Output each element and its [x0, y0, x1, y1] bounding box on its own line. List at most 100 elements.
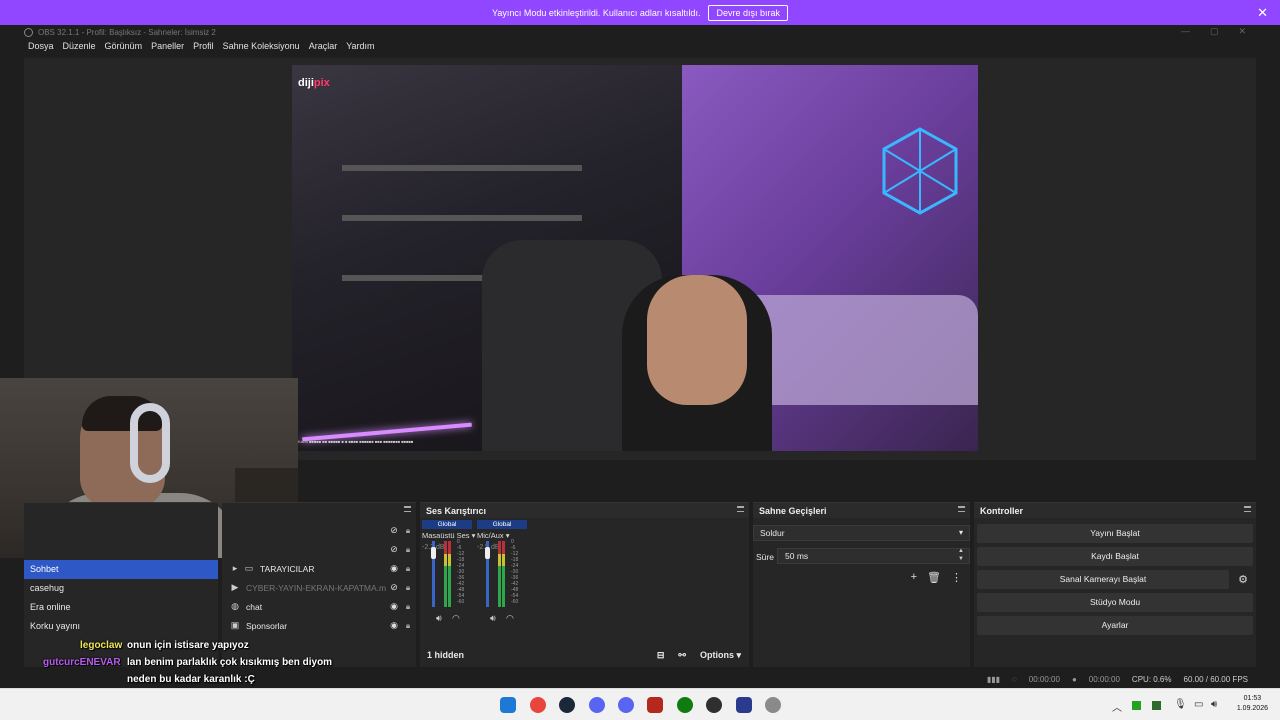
volume-icon[interactable]: 🔊︎ — [1211, 699, 1217, 710]
menu-tools[interactable]: Araçlar — [309, 41, 338, 56]
maximize-icon[interactable]: ▢ — [1210, 26, 1219, 37]
riot-icon[interactable] — [647, 697, 663, 713]
expand-arrow-icon[interactable]: ▸ — [228, 563, 242, 574]
channel-name[interactable]: Mic/Aux ▾ — [477, 531, 527, 540]
windows-taskbar: ︿ 🎙︎ ▭ 🔊︎ 01:53 1.09.2026 — [0, 688, 1280, 720]
source-row[interactable]: ▶ CYBER-YAYIN-EKRAN-KAPATMA.m ⊘ 🔒︎ — [222, 578, 416, 597]
fps-readout: 60.00 / 60.00 FPS — [1183, 674, 1249, 684]
gear-icon[interactable]: ⚙ — [1233, 571, 1253, 590]
menu-profile[interactable]: Profil — [193, 41, 214, 56]
source-row-hidden[interactable]: ⊘ 🔒︎ — [222, 540, 416, 559]
source-row-hidden[interactable]: ⊘ 🔒︎ — [222, 521, 416, 540]
menu-scene-collection[interactable]: Sahne Koleksiyonu — [223, 41, 300, 56]
scene-item[interactable]: Sohbet — [24, 560, 218, 579]
undock-icon[interactable] — [1244, 506, 1251, 512]
trash-icon[interactable]: 🗑︎ — [927, 571, 941, 584]
window-titlebar: OBS 32.1.1 - Profil: Başlıksız - Sahnele… — [24, 25, 1256, 40]
settings-button[interactable]: Ayarlar — [977, 616, 1253, 635]
options-button[interactable]: Options ▾ — [700, 650, 741, 661]
undock-icon[interactable] — [404, 506, 411, 512]
eye-icon[interactable]: ◉ — [388, 601, 400, 612]
menu-help[interactable]: Yardım — [346, 41, 374, 56]
spinner-arrows-icon[interactable]: ▲ ▼ — [958, 547, 964, 563]
lock-icon[interactable]: 🔒︎ — [400, 564, 416, 574]
lock-icon[interactable]: 🔒︎ — [400, 621, 416, 631]
browser-icon: ◍ — [231, 601, 239, 611]
obs-icon[interactable] — [706, 697, 722, 713]
tray-app-icon[interactable] — [1152, 701, 1161, 710]
channel-db: -2.2 dB — [422, 544, 445, 551]
preview-canvas[interactable]: dijipix Kazılı ■■■■■ ■■ ■■■■■ ■ ■ ■■■■ ■… — [292, 65, 978, 451]
menu-docks[interactable]: Paneller — [151, 41, 184, 56]
menu-edit[interactable]: Düzenle — [63, 41, 96, 56]
eye-off-icon[interactable]: ⊘ — [388, 544, 400, 555]
lock-icon[interactable]: 🔒︎ — [400, 583, 416, 593]
speaker-icon[interactable]: 🔊︎ — [436, 613, 442, 624]
close-icon[interactable]: ✕ — [1257, 5, 1268, 21]
undock-icon[interactable] — [737, 506, 744, 512]
brand-logo: dijipix — [298, 77, 330, 89]
level-meter — [498, 541, 501, 607]
hidden-count[interactable]: 1 hidden — [427, 650, 464, 660]
meter-ticks: 0 -6 -12 -18 -24 -30 -36 -42 -48 -54 -60 — [457, 539, 465, 605]
scene-item[interactable]: casehug — [24, 579, 218, 598]
lock-icon[interactable]: 🔒︎ — [400, 526, 416, 536]
transition-select[interactable]: Soldur ▾ — [753, 525, 970, 541]
undock-icon[interactable] — [958, 506, 965, 512]
link-icon[interactable]: ⚯ — [678, 650, 686, 661]
studio-mode-button[interactable]: Stüdyo Modu — [977, 593, 1253, 612]
scene-transitions-dock: Sahne Geçişleri Soldur ▾ Süre 50 ms ▲ ▼ + 🗑… — [753, 502, 970, 667]
mixer-header: Ses Karıştırıcı — [420, 503, 749, 518]
level-meter — [448, 541, 451, 607]
duration-label: Süre — [756, 552, 774, 562]
headphone-monitor-icon[interactable]: ◠ — [506, 613, 514, 624]
channel-name[interactable]: Masaüstü Ses ▾ — [422, 531, 475, 540]
mixer-channel-desktop: Global Masaüstü Ses ▾ -2.2 dB — [422, 520, 475, 551]
add-icon[interactable]: + — [911, 571, 917, 584]
duration-input[interactable]: 50 ms ▲ ▼ — [777, 548, 970, 564]
start-streaming-button[interactable]: Yayını Başlat — [977, 524, 1253, 543]
tray-chevron-icon[interactable]: ︿ — [1112, 699, 1122, 714]
start-icon[interactable] — [500, 697, 516, 713]
discord-icon[interactable] — [618, 697, 634, 713]
speaker-icon[interactable]: 🔊︎ — [490, 613, 496, 624]
app-icon[interactable] — [736, 697, 752, 713]
eye-icon[interactable]: ◉ — [388, 620, 400, 631]
eye-icon[interactable]: ◉ — [388, 563, 400, 574]
menu-file[interactable]: Dosya — [28, 41, 54, 56]
chevron-down-icon: ▾ — [958, 528, 963, 537]
steam-icon[interactable] — [559, 697, 575, 713]
source-row[interactable]: ▸ ▭ TARAYICILAR ◉ 🔒︎ — [222, 559, 416, 578]
lock-icon[interactable]: 🔒︎ — [400, 602, 416, 612]
taskbar-clock[interactable]: 01:53 1.09.2026 — [1237, 694, 1268, 714]
lock-icon[interactable]: 🔒︎ — [400, 545, 416, 555]
scene-item[interactable]: Korku yayını — [24, 617, 218, 636]
disable-streamer-mode-button[interactable]: Devre dışı bırak — [708, 4, 788, 21]
eye-off-icon[interactable]: ⊘ — [388, 582, 400, 593]
source-row[interactable]: ▣ Sponsorlar ◉ 🔒︎ — [222, 616, 416, 635]
menu-view[interactable]: Görünüm — [105, 41, 143, 56]
minimize-icon[interactable]: — — [1181, 26, 1190, 37]
more-options-icon[interactable]: ⋮ — [951, 571, 962, 584]
signal-icon: ▮▮▮ — [986, 674, 1001, 684]
layout-toggle-icon[interactable]: ⊟ — [657, 650, 665, 661]
volume-fader[interactable] — [485, 547, 490, 559]
start-recording-button[interactable]: Kaydı Başlat — [977, 547, 1253, 566]
settings-app-icon[interactable] — [765, 697, 781, 713]
headphone-monitor-icon[interactable]: ◠ — [452, 613, 460, 624]
stream-status-icon: ◌ — [1012, 674, 1017, 684]
mic-icon[interactable]: 🎙︎ — [1174, 699, 1187, 710]
discord-icon[interactable] — [589, 697, 605, 713]
scene-item[interactable]: Era online — [24, 598, 218, 617]
start-virtual-camera-button[interactable]: Sanal Kamerayı Başlat — [977, 570, 1229, 589]
network-icon[interactable]: ▭ — [1194, 699, 1203, 710]
chat-message: onun için istisare yapıyoz — [127, 640, 249, 651]
tray-app-icon[interactable] — [1132, 701, 1141, 710]
window-close-icon[interactable]: ✕ — [1238, 26, 1246, 37]
volume-fader[interactable] — [431, 547, 436, 559]
xbox-icon[interactable] — [677, 697, 693, 713]
chrome-icon[interactable] — [530, 697, 546, 713]
eye-off-icon[interactable]: ⊘ — [388, 525, 400, 536]
source-row[interactable]: ◍ chat ◉ 🔒︎ — [222, 597, 416, 616]
chat-message: lan benim parlaklık çok kısıkmış ben diy… — [127, 657, 333, 668]
